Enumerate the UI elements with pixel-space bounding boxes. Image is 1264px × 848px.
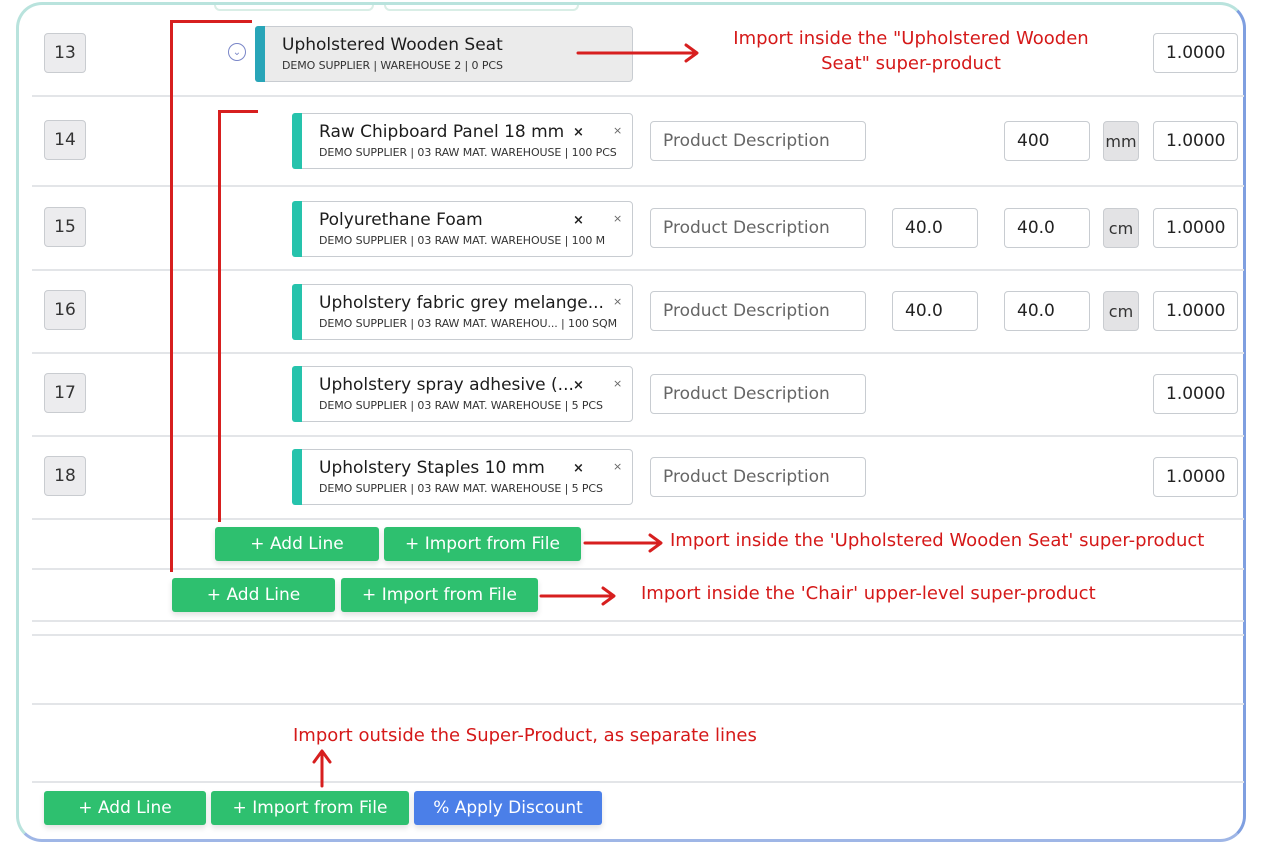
line-number: 14: [44, 120, 86, 160]
product-stock-info: DEMO SUPPLIER | 03 RAW MAT. WAREHOU... |…: [319, 317, 617, 330]
row-accent: [292, 366, 302, 422]
cropped-top-control: [214, 5, 374, 11]
row-accent: [255, 26, 265, 82]
quantity-input[interactable]: 1.0000: [1153, 33, 1238, 73]
row-divider: [32, 95, 1244, 97]
row-accent: [292, 449, 302, 505]
cropped-top-control: [384, 5, 579, 11]
annotation-chair-import: Import inside the 'Chair' upper-level su…: [641, 583, 1096, 604]
product-stock-info: DEMO SUPPLIER | 03 RAW MAT. WAREHOUSE | …: [319, 399, 603, 412]
line-number: 17: [44, 373, 86, 413]
unit-label: mm: [1103, 121, 1139, 161]
product-selector[interactable]: Polyurethane Foam DEMO SUPPLIER | 03 RAW…: [292, 201, 633, 257]
clear-icon[interactable]: ×: [573, 378, 584, 393]
clear-icon[interactable]: ×: [573, 213, 584, 228]
chevron-down-icon[interactable]: ⌄: [228, 43, 246, 61]
product-description-input[interactable]: Product Description: [650, 121, 866, 161]
dimension-input[interactable]: 40.0: [1004, 208, 1090, 248]
quantity-input[interactable]: 1.0000: [1153, 291, 1238, 331]
row-accent: [292, 284, 302, 340]
inner-bracket-line: [218, 110, 221, 522]
line-number: 15: [44, 207, 86, 247]
row-divider: [32, 435, 1244, 437]
row-divider: [32, 781, 1244, 783]
dimension-input[interactable]: 400: [1004, 121, 1090, 161]
product-name: Raw Chipboard Panel 18 mm: [319, 122, 565, 142]
product-selector[interactable]: Upholstery spray adhesive (... DEMO SUPP…: [292, 366, 633, 422]
remove-icon[interactable]: ×: [613, 212, 622, 225]
add-line-button[interactable]: + Add Line: [215, 527, 379, 561]
product-description-input[interactable]: Product Description: [650, 374, 866, 414]
apply-discount-button[interactable]: % Apply Discount: [414, 791, 602, 825]
product-selector[interactable]: Raw Chipboard Panel 18 mm DEMO SUPPLIER …: [292, 113, 633, 169]
unit-label: cm: [1103, 291, 1139, 331]
remove-icon[interactable]: ×: [613, 377, 622, 390]
unit-label: cm: [1103, 208, 1139, 248]
product-stock-info: DEMO SUPPLIER | 03 RAW MAT. WAREHOUSE | …: [319, 234, 606, 247]
row-divider: [32, 620, 1244, 622]
quantity-input[interactable]: 1.0000: [1153, 208, 1238, 248]
row-divider: [32, 185, 1244, 187]
row-accent: [292, 113, 302, 169]
product-description-input[interactable]: Product Description: [650, 208, 866, 248]
quantity-input[interactable]: 1.0000: [1153, 374, 1238, 414]
row-divider: [32, 269, 1244, 271]
product-name: Upholstery spray adhesive (...: [319, 375, 574, 395]
outer-bracket-line: [170, 20, 173, 572]
remove-icon[interactable]: ×: [613, 460, 622, 473]
inner-bracket-top: [218, 110, 258, 113]
import-from-file-button[interactable]: + Import from File: [384, 527, 581, 561]
line-number: 13: [44, 33, 86, 73]
clear-icon[interactable]: ×: [573, 125, 584, 140]
quantity-input[interactable]: 1.0000: [1153, 457, 1238, 497]
outer-bracket-top: [170, 20, 252, 23]
product-description-input[interactable]: Product Description: [650, 291, 866, 331]
line-number: 18: [44, 456, 86, 496]
product-selector[interactable]: Upholstery fabric grey melange... DEMO S…: [292, 284, 633, 340]
row-accent: [292, 201, 302, 257]
row-divider: [32, 634, 1244, 636]
clear-icon[interactable]: ×: [573, 461, 584, 476]
product-stock-info: DEMO SUPPLIER | 03 RAW MAT. WAREHOUSE | …: [319, 482, 603, 495]
product-selector[interactable]: Upholstery Staples 10 mm DEMO SUPPLIER |…: [292, 449, 633, 505]
annotation-outside-import: Import outside the Super-Product, as sep…: [293, 725, 757, 746]
product-selector[interactable]: Upholstered Wooden Seat DEMO SUPPLIER | …: [255, 26, 633, 82]
product-stock-info: DEMO SUPPLIER | 03 RAW MAT. WAREHOUSE | …: [319, 146, 617, 159]
product-stock-info: DEMO SUPPLIER | WAREHOUSE 2 | 0 PCS: [282, 59, 503, 72]
row-divider: [32, 352, 1244, 354]
remove-icon[interactable]: ×: [613, 124, 622, 137]
row-divider: [32, 518, 1244, 520]
import-from-file-button[interactable]: + Import from File: [211, 791, 409, 825]
quantity-input[interactable]: 1.0000: [1153, 121, 1238, 161]
product-name: Upholstered Wooden Seat: [282, 35, 503, 55]
annotation-seat-import-line1: Import inside the "Upholstered Wooden: [733, 28, 1089, 49]
product-name: Polyurethane Foam: [319, 210, 483, 230]
product-name: Upholstery fabric grey melange...: [319, 293, 604, 313]
dimension-input[interactable]: 40.0: [892, 291, 978, 331]
row-divider: [32, 703, 1244, 705]
annotation-seat-import-line2: Seat" super-product: [821, 53, 1001, 74]
remove-icon[interactable]: ×: [613, 295, 622, 308]
product-description-input[interactable]: Product Description: [650, 457, 866, 497]
product-name: Upholstery Staples 10 mm: [319, 458, 545, 478]
add-line-button[interactable]: + Add Line: [172, 578, 335, 612]
line-number: 16: [44, 290, 86, 330]
add-line-button[interactable]: + Add Line: [44, 791, 206, 825]
annotation-inner-import: Import inside the 'Upholstered Wooden Se…: [670, 530, 1205, 551]
import-from-file-button[interactable]: + Import from File: [341, 578, 538, 612]
dimension-input[interactable]: 40.0: [1004, 291, 1090, 331]
dimension-input[interactable]: 40.0: [892, 208, 978, 248]
row-divider: [32, 568, 1244, 570]
